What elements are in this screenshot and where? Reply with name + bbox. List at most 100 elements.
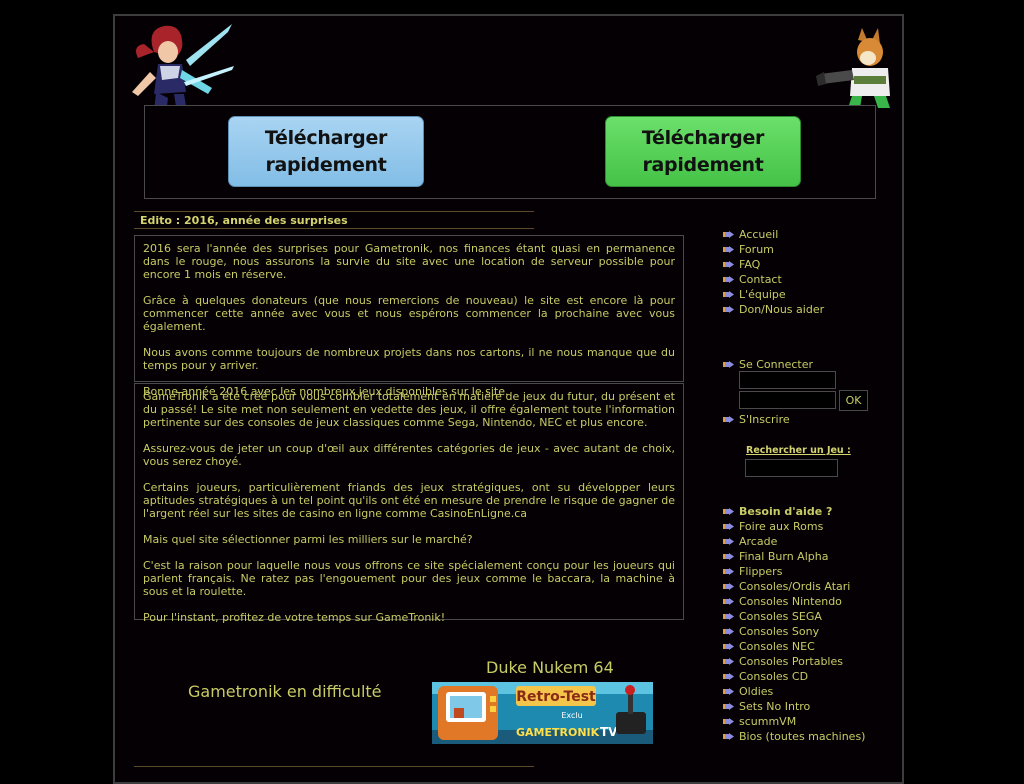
cat-item-help[interactable]: Besoin d'aide ? xyxy=(723,504,865,519)
cat-item-sony[interactable]: Consoles Sony xyxy=(723,624,865,639)
cat-label: Flippers xyxy=(739,565,783,578)
arrow-bullet-icon xyxy=(723,246,734,253)
arrow-bullet-icon xyxy=(723,416,734,423)
login-section: Se Connecter xyxy=(723,357,813,372)
nav-item-forum[interactable]: Forum xyxy=(723,242,824,257)
arrow-bullet-icon xyxy=(723,538,734,545)
arrow-bullet-icon xyxy=(723,523,734,530)
nav-item-don[interactable]: Don/Nous aider xyxy=(723,302,824,317)
nav-item-label: L'équipe xyxy=(739,288,786,301)
about-paragraph: Pour l'instant, profitez de votre temps … xyxy=(143,611,446,624)
cat-item-arcade[interactable]: Arcade xyxy=(723,534,865,549)
cat-item-sega[interactable]: Consoles SEGA xyxy=(723,609,865,624)
username-input[interactable] xyxy=(739,371,836,389)
download-button-left[interactable]: Télécharger rapidement xyxy=(228,116,424,187)
cat-label: Consoles SEGA xyxy=(739,610,822,623)
cat-label: Foire aux Roms xyxy=(739,520,824,533)
arrow-bullet-icon xyxy=(723,718,734,725)
cat-item-portables[interactable]: Consoles Portables xyxy=(723,654,865,669)
arrow-bullet-icon xyxy=(723,658,734,665)
fox-pilot-sprite xyxy=(816,28,890,108)
arrow-bullet-icon xyxy=(723,583,734,590)
cat-item-cd[interactable]: Consoles CD xyxy=(723,669,865,684)
arrow-bullet-icon xyxy=(723,553,734,560)
tv-label: TV xyxy=(600,725,618,739)
nav-item-label: Don/Nous aider xyxy=(739,303,825,316)
cat-item-scummvm[interactable]: scummVM xyxy=(723,714,865,729)
connect-link[interactable]: Se Connecter xyxy=(723,357,813,372)
cat-item-atari[interactable]: Consoles/Ordis Atari xyxy=(723,579,865,594)
nav-item-equipe[interactable]: L'équipe xyxy=(723,287,824,302)
about-paragraph: Assurez-vous de jeter un coup d'œil aux … xyxy=(143,442,675,468)
nav-item-label: Accueil xyxy=(739,228,779,241)
arrow-bullet-icon xyxy=(723,291,734,298)
nav-item-faq[interactable]: FAQ xyxy=(723,257,824,272)
about-paragraph: GameTronik a été créé pour vous combler … xyxy=(143,390,675,429)
cat-label: Consoles Nintendo xyxy=(739,595,842,608)
cat-label: Besoin d'aide ? xyxy=(739,505,833,518)
cat-label: Consoles Sony xyxy=(739,625,820,638)
cat-item-oldies[interactable]: Oldies xyxy=(723,684,865,699)
search-input[interactable] xyxy=(745,459,838,477)
exclu-label: Exclu xyxy=(561,711,582,720)
main-nav: Accueil Forum FAQ Contact L'équipe Don/N… xyxy=(723,227,824,317)
arrow-bullet-icon xyxy=(723,643,734,650)
signup-section: S'Inscrire xyxy=(723,412,790,427)
about-paragraph: Certains joueurs, particulièrement frian… xyxy=(143,481,675,520)
cat-label: Arcade xyxy=(739,535,778,548)
arrow-bullet-icon xyxy=(723,361,734,368)
cat-item-flippers[interactable]: Flippers xyxy=(723,564,865,579)
password-input[interactable] xyxy=(739,391,836,409)
about-box: GameTronik a été créé pour vous combler … xyxy=(134,383,684,624)
cat-label: Bios (toutes machines) xyxy=(739,730,866,743)
signup-label: S'Inscrire xyxy=(739,413,790,426)
cat-label: Oldies xyxy=(739,685,774,698)
nav-item-contact[interactable]: Contact xyxy=(723,272,824,287)
nav-item-label: FAQ xyxy=(739,258,761,271)
cat-item-fba[interactable]: Final Burn Alpha xyxy=(723,549,865,564)
nav-item-label: Forum xyxy=(739,243,774,256)
arrow-bullet-icon xyxy=(723,613,734,620)
connect-label: Se Connecter xyxy=(739,358,814,371)
category-nav: Besoin d'aide ? Foire aux Roms Arcade Fi… xyxy=(723,504,865,744)
news-link-duke-nukem[interactable]: Duke Nukem 64 xyxy=(486,658,614,677)
signup-link[interactable]: S'Inscrire xyxy=(723,412,790,427)
cat-item-nec[interactable]: Consoles NEC xyxy=(723,639,865,654)
arrow-bullet-icon xyxy=(723,733,734,740)
arrow-bullet-icon xyxy=(723,598,734,605)
cat-label: Consoles NEC xyxy=(739,640,815,653)
arrow-bullet-icon xyxy=(723,231,734,238)
arrow-bullet-icon xyxy=(723,276,734,283)
gametronik-brand: GAMETRONIK xyxy=(516,726,600,739)
retro-test-label: Retro-Test xyxy=(516,689,596,705)
cat-label: Final Burn Alpha xyxy=(739,550,829,563)
cat-label: Sets No Intro xyxy=(739,700,811,713)
cat-item-nintendo[interactable]: Consoles Nintendo xyxy=(723,594,865,609)
cat-label: scummVM xyxy=(739,715,797,728)
retro-test-image[interactable]: Retro-Test Exclu GAMETRONIK TV xyxy=(432,682,653,744)
cat-item-nointro[interactable]: Sets No Intro xyxy=(723,699,865,714)
cat-label: Consoles/Ordis Atari xyxy=(739,580,851,593)
search-label: Rechercher un Jeu : xyxy=(746,445,851,456)
arrow-bullet-icon xyxy=(723,306,734,313)
arrow-bullet-icon xyxy=(723,508,734,515)
about-paragraph: C'est la raison pour laquelle nous vous … xyxy=(143,559,675,598)
cat-item-foire-roms[interactable]: Foire aux Roms xyxy=(723,519,865,534)
section-divider xyxy=(134,766,534,767)
cat-item-bios[interactable]: Bios (toutes machines) xyxy=(723,729,865,744)
edito-paragraph: 2016 sera l'année des surprises pour Gam… xyxy=(143,242,675,281)
edito-paragraph: Nous avons comme toujours de nombreux pr… xyxy=(143,346,675,372)
arrow-bullet-icon xyxy=(723,568,734,575)
arrow-bullet-icon xyxy=(723,703,734,710)
download-button-right[interactable]: Télécharger rapidement xyxy=(605,116,801,187)
edito-title: Edito : 2016, année des surprises xyxy=(134,211,534,229)
about-paragraph: Mais quel site sélectionner parmi les mi… xyxy=(143,533,473,546)
news-link-gametronik[interactable]: Gametronik en difficulté xyxy=(188,682,382,701)
arrow-bullet-icon xyxy=(723,261,734,268)
cat-label: Consoles CD xyxy=(739,670,809,683)
nav-item-label: Contact xyxy=(739,273,782,286)
edito-box: 2016 sera l'année des surprises pour Gam… xyxy=(134,235,684,398)
cat-label: Consoles Portables xyxy=(739,655,843,668)
login-ok-button[interactable]: OK xyxy=(839,390,868,411)
nav-item-accueil[interactable]: Accueil xyxy=(723,227,824,242)
